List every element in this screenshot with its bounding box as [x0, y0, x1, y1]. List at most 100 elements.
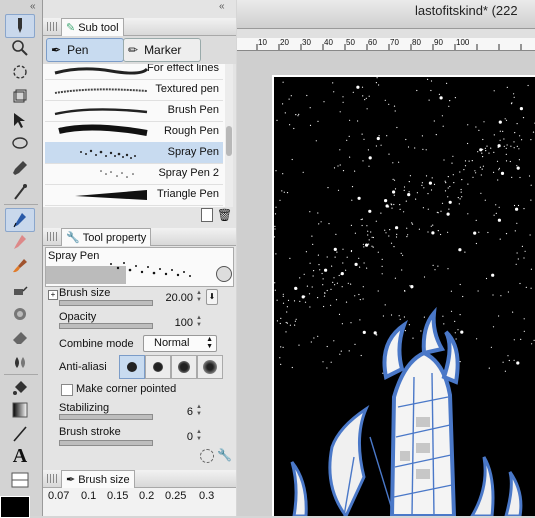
star — [298, 113, 300, 115]
decoration-tool-icon[interactable] — [6, 304, 34, 324]
brush-size-value[interactable]: 20.00 — [153, 292, 193, 304]
tool-property-tab[interactable]: 🔧 Tool property — [61, 228, 152, 246]
transform-tool-icon[interactable] — [6, 86, 34, 106]
frame-tool-icon[interactable] — [6, 470, 34, 490]
expand-brush-size-icon[interactable]: + — [48, 290, 58, 300]
stabilizing-slider[interactable] — [59, 414, 153, 420]
size-preset[interactable]: 0.07 — [48, 490, 69, 502]
combine-mode-select[interactable]: Normal ▲ ▼ — [143, 335, 217, 352]
canvas-paper[interactable] — [272, 75, 535, 516]
stabilizing-stepper[interactable]: ▲ ▼ — [195, 404, 203, 418]
brush-size-stepper[interactable]: ▲ ▼ — [195, 290, 203, 304]
tool-column: « A — [0, 0, 43, 518]
star — [407, 146, 410, 148]
main-color-swatch[interactable] — [0, 496, 30, 518]
eyedropper-tool-icon[interactable] — [6, 158, 34, 178]
star — [448, 105, 450, 107]
brush-list-scrollbar[interactable] — [225, 64, 233, 207]
list-item[interactable]: Spray Pen — [45, 142, 223, 164]
star — [356, 85, 360, 89]
pencil-tool-icon[interactable] — [6, 232, 34, 252]
anti-alias-strong-button[interactable] — [197, 355, 223, 379]
pen-tool-icon[interactable] — [5, 208, 35, 232]
anti-alias-medium-button[interactable] — [171, 355, 197, 379]
zoom-tool-icon[interactable] — [6, 38, 34, 58]
pen-tool-top-icon[interactable] — [5, 14, 35, 38]
star — [529, 234, 531, 236]
star — [382, 315, 384, 317]
list-item[interactable]: Textured pen — [45, 79, 223, 101]
star — [515, 263, 517, 265]
size-preset[interactable]: 0.3 — [199, 490, 214, 502]
star — [354, 295, 356, 297]
opacity-value[interactable]: 100 — [153, 317, 193, 329]
brush-size-slider[interactable] — [59, 300, 153, 306]
star — [350, 224, 352, 226]
star — [411, 223, 414, 225]
gradient-tool-icon[interactable] — [6, 400, 34, 420]
list-item[interactable]: Rough Pen — [45, 121, 223, 143]
eyedropper2-tool-icon[interactable] — [6, 182, 34, 202]
corner-pointed-checkbox[interactable] — [61, 384, 73, 396]
star — [342, 96, 344, 98]
trash-icon[interactable]: 🗑 — [217, 208, 232, 222]
brush-size-tab[interactable]: ✒ Brush size — [61, 470, 135, 488]
star — [388, 153, 390, 155]
new-subtool-icon[interactable] — [201, 208, 213, 222]
opacity-stepper[interactable]: ▲ ▼ — [195, 315, 203, 329]
brush-stroke-slider[interactable] — [59, 440, 153, 446]
stabilizing-value[interactable]: 6 — [153, 406, 193, 418]
brush-tool-icon[interactable] — [6, 256, 34, 276]
panel-grip-icon[interactable] — [47, 22, 57, 31]
tool-property-title: Tool property — [82, 231, 147, 244]
line-tool-icon[interactable] — [6, 424, 34, 444]
list-item[interactable]: Spray Pen 2 — [45, 163, 223, 185]
star — [388, 103, 390, 105]
document-title[interactable]: lastofitskind* (222 — [415, 3, 518, 18]
star — [407, 234, 409, 236]
anti-alias-none-button[interactable] — [119, 355, 145, 379]
text-tool-icon[interactable]: A — [6, 445, 34, 467]
star — [421, 135, 423, 137]
size-preset[interactable]: 0.25 — [165, 490, 186, 502]
panel-grip-icon[interactable] — [47, 474, 57, 483]
star — [350, 322, 352, 324]
anti-alias-weak-button[interactable] — [145, 355, 171, 379]
brush-stroke-stepper[interactable]: ▲ ▼ — [195, 429, 203, 443]
subtool-tab[interactable]: ✎ Sub tool — [61, 18, 124, 36]
reset-icon[interactable] — [200, 449, 214, 463]
tab-pen[interactable]: ✒ Pen — [46, 38, 124, 62]
rotate-tool-icon[interactable] — [6, 62, 34, 82]
panel-grip-icon[interactable] — [47, 232, 57, 241]
eraser-tool-icon[interactable] — [6, 328, 34, 348]
size-preset[interactable]: 0.2 — [139, 490, 154, 502]
airbrush-tool-icon[interactable] — [6, 280, 34, 300]
star — [276, 299, 278, 301]
move-tool-icon[interactable] — [6, 110, 34, 130]
star — [516, 252, 518, 254]
preview-settings-icon[interactable] — [216, 266, 232, 282]
size-preset[interactable]: 0.1 — [81, 490, 96, 502]
size-preset[interactable]: 0.15 — [107, 490, 128, 502]
star — [368, 209, 372, 213]
star — [481, 152, 483, 154]
brush-stroke-value[interactable]: 0 — [153, 431, 193, 443]
collapse-arrows-icon[interactable]: « — [30, 1, 36, 12]
canvas-area[interactable] — [237, 51, 535, 516]
star — [373, 331, 377, 335]
panel-collapse-icon[interactable]: « — [219, 1, 225, 12]
blend-tool-icon[interactable] — [6, 352, 34, 372]
lasso-tool-icon[interactable] — [6, 134, 34, 154]
star — [440, 233, 442, 236]
list-item[interactable]: Triangle Pen — [45, 184, 223, 206]
fill-tool-icon[interactable] — [6, 378, 34, 398]
settings-wrench-icon[interactable]: 🔧 — [217, 448, 232, 462]
star — [289, 124, 291, 126]
artwork-svg — [274, 77, 535, 516]
brush-size-menu-icon[interactable]: ⬇ — [206, 289, 218, 305]
list-item[interactable]: For effect lines — [45, 64, 223, 80]
opacity-slider[interactable] — [59, 323, 153, 329]
tab-marker[interactable]: ✏ Marker — [123, 38, 201, 62]
list-item[interactable]: Brush Pen — [45, 100, 223, 122]
star — [509, 160, 511, 163]
